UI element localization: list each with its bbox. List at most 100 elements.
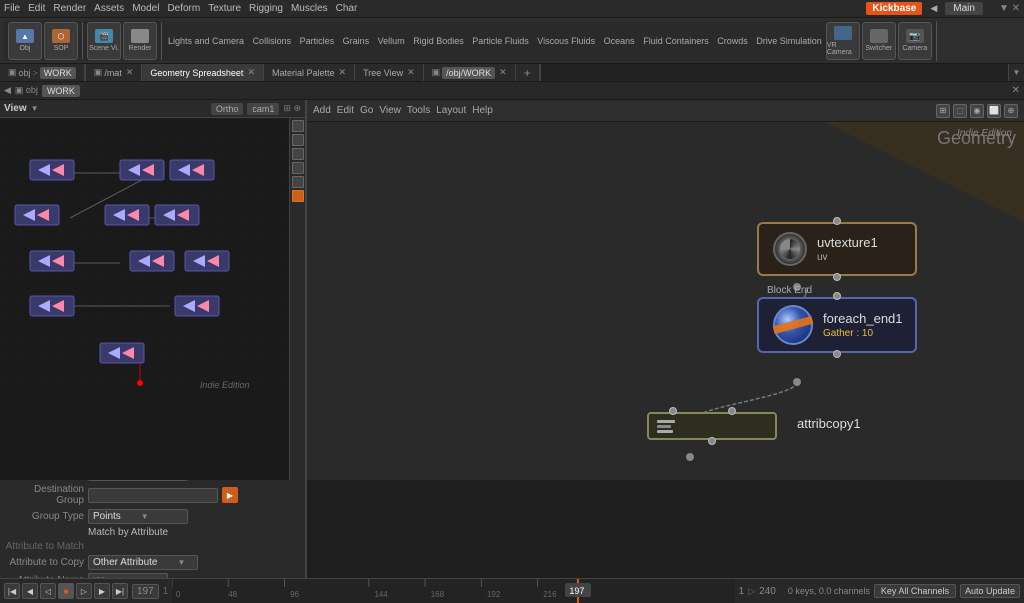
camera-btn[interactable]: 📷 Camera (898, 22, 932, 60)
shelf-oceans[interactable]: Oceans (604, 36, 635, 46)
dest-group-input[interactable] (88, 488, 218, 503)
play-back-btn[interactable]: ◁ (40, 583, 56, 599)
texture-menu[interactable]: Texture (208, 3, 241, 14)
next-frame-btn[interactable]: ▶ (94, 583, 110, 599)
muscles-menu[interactable]: Muscles (291, 3, 328, 14)
model-menu[interactable]: Model (132, 3, 159, 14)
editor-zoom-fit[interactable]: ⊕ (1004, 104, 1018, 118)
panel-btn-5[interactable] (292, 176, 304, 188)
frame-current[interactable]: 197 (132, 584, 159, 599)
sop-mode-btn[interactable]: ⬡ SOP (44, 22, 78, 60)
tools-menu[interactable]: Tools (407, 105, 430, 116)
view-options-btn[interactable]: ▼ (31, 104, 39, 113)
jump-end-btn[interactable]: ▶| (112, 583, 128, 599)
play-fwd-btn[interactable]: ▷ (76, 583, 92, 599)
frame-range-end[interactable]: 240 (759, 586, 776, 597)
match-by-attr-label: Match by Attribute (88, 527, 168, 538)
shelf-vf[interactable]: Viscous Fluids (537, 36, 595, 46)
svg-text:48: 48 (228, 590, 237, 599)
editor-icon-4[interactable]: ⬜ (987, 104, 1001, 118)
shelf-collisions[interactable]: Collisions (253, 36, 292, 46)
file-menu[interactable]: File (4, 3, 20, 14)
auto-update-btn[interactable]: Auto Update (960, 584, 1020, 598)
tab-mat-close[interactable]: ✕ (126, 67, 134, 78)
shelf-pf[interactable]: Particle Fluids (472, 36, 529, 46)
tab-tree-view[interactable]: Tree View ✕ (355, 64, 424, 81)
shelf-vellum[interactable]: Vellum (378, 36, 405, 46)
char-menu[interactable]: Char (336, 3, 358, 14)
tab-geo-spreadsheet[interactable]: Geometry Spreadsheet ✕ (142, 64, 264, 81)
editor-icon-2[interactable]: ⬚ (953, 104, 967, 118)
go-menu[interactable]: Go (360, 105, 373, 116)
attribcopy-label: attribcopy1 (797, 416, 861, 431)
switcher-btn[interactable]: Switcher (862, 22, 896, 60)
panel-btn-4[interactable] (292, 162, 304, 174)
render-menu[interactable]: Render (53, 3, 86, 14)
group-type2-dropdown[interactable]: Points▼ (88, 509, 188, 524)
timeline-ruler[interactable]: 0 48 96 144 168 192 216 197 (172, 579, 734, 603)
shelf-particles[interactable]: Particles (300, 36, 335, 46)
node-graph-svg: Indie Edition (0, 118, 305, 398)
edit-menu[interactable]: Edit (28, 3, 45, 14)
shelf-crowds[interactable]: Crowds (717, 36, 748, 46)
panel-btn-3[interactable] (292, 148, 304, 160)
tab-work2-close[interactable]: ✕ (499, 67, 507, 78)
tab-options-btn[interactable]: ▼ (1008, 64, 1024, 81)
key-channels-label: 0 keys, 0.0 channels (788, 586, 870, 596)
editor-icon-3[interactable]: ◉ (970, 104, 984, 118)
node-editor-canvas[interactable]: Indie Edition Geometry (307, 122, 1024, 480)
node-editor-header: Add Edit Go View Tools Layout Help ⊞ ⬚ ◉… (307, 100, 1024, 122)
editor-icon-1[interactable]: ⊞ (936, 104, 950, 118)
ortho-btn[interactable]: Ortho (211, 103, 244, 115)
app-name: Kickbase (866, 2, 922, 15)
foreach-end-node[interactable]: Block End foreach_end1 Gather : 10 (757, 297, 917, 353)
uvtexture-node[interactable]: uvtexture1 uv (757, 222, 917, 276)
foreach-gather-label: Gather : 10 (823, 328, 903, 339)
sub-toolbar: ◀ ▣ obj WORK ✕ (0, 82, 1024, 100)
tab-obj-work[interactable]: ▣ obj > WORK (0, 64, 85, 81)
tab-mat-palette-close[interactable]: ✕ (339, 67, 347, 78)
stop-btn[interactable]: ■ (58, 583, 74, 599)
add-menu[interactable]: Add (313, 105, 331, 116)
frame-range-start[interactable]: 1 (739, 586, 745, 597)
tab-geo-close[interactable]: ✕ (247, 67, 255, 78)
obj-mode-btn[interactable]: ▲ Obj (8, 22, 42, 60)
window-controls[interactable]: ▼ ✕ (999, 3, 1020, 14)
cam-btn[interactable]: cam1 (247, 103, 279, 115)
vr-camera-btn[interactable]: VR Camera (826, 22, 860, 60)
shelf-fc[interactable]: Fluid Containers (643, 36, 709, 46)
panel-btn-1[interactable] (292, 120, 304, 132)
dest-group-btn[interactable]: ▶ (222, 487, 238, 503)
rigging-menu[interactable]: Rigging (249, 3, 283, 14)
shelf-rigid[interactable]: Rigid Bodies (413, 36, 464, 46)
panel-btn-2[interactable] (292, 134, 304, 146)
sub-toolbar-close[interactable]: ✕ (1012, 85, 1020, 96)
attr-match-label: Attribute to Match (4, 541, 84, 552)
jump-start-btn[interactable]: |◀ (4, 583, 20, 599)
layout-menu[interactable]: Layout (436, 105, 466, 116)
shelf-grains[interactable]: Grains (343, 36, 370, 46)
help-menu[interactable]: Help (472, 105, 493, 116)
viewport-canvas[interactable]: Indie Edition (0, 118, 305, 480)
render-btn[interactable]: Render (123, 22, 157, 60)
main-window-title: Main (945, 2, 983, 15)
edit-menu-r[interactable]: Edit (337, 105, 354, 116)
prev-frame-btn[interactable]: ◀ (22, 583, 38, 599)
attribcopy-node[interactable]: attribcopy1 (647, 412, 777, 440)
shelf-lights[interactable]: Lights and Camera (168, 36, 244, 46)
assets-menu[interactable]: Assets (94, 3, 124, 14)
geometry-label: Geometry (937, 128, 1016, 149)
shelf-drive[interactable]: Drive Simulation (756, 36, 822, 46)
tab-add[interactable]: + (516, 64, 540, 81)
view-menu-r[interactable]: View (379, 105, 401, 116)
sub-work-btn[interactable]: WORK (42, 85, 80, 97)
panel-btn-6[interactable] (292, 190, 304, 202)
deform-menu[interactable]: Deform (167, 3, 200, 14)
key-all-channels-btn[interactable]: Key All Channels (874, 584, 956, 598)
tab-tree-close[interactable]: ✕ (407, 67, 415, 78)
scene-btn[interactable]: 🎬 Scene Vi. (87, 22, 121, 60)
tab-mat[interactable]: ▣/mat ✕ (86, 64, 143, 81)
attr-to-copy-dropdown[interactable]: Other Attribute▼ (88, 555, 198, 570)
tab-material-palette[interactable]: Material Palette ✕ (264, 64, 355, 81)
tab-obj-work2[interactable]: ▣ /obj/WORK ✕ (424, 64, 516, 81)
